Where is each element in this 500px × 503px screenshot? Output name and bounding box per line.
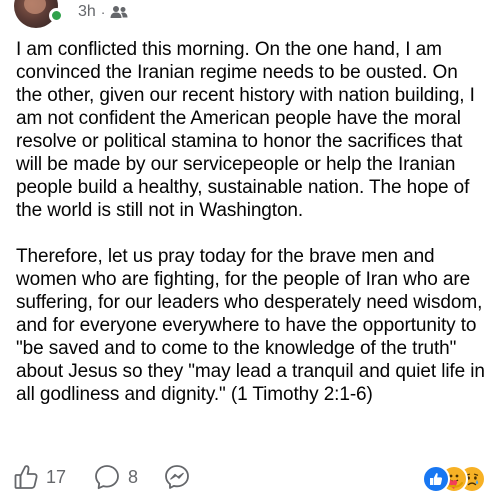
comment-button[interactable]: 8 — [94, 464, 138, 490]
online-status-indicator — [49, 8, 64, 23]
friends-icon[interactable] — [110, 5, 128, 19]
post-timestamp[interactable]: 3h — [78, 3, 96, 21]
like-reaction-icon — [422, 465, 450, 493]
post-paragraph: Therefore, let us pray today for the bra… — [16, 246, 491, 405]
post-meta: 3h · — [78, 1, 128, 23]
post-text: I am conflicted this morning. On the one… — [16, 38, 488, 406]
reactions-summary[interactable] — [422, 463, 488, 493]
avatar-image — [24, 0, 46, 14]
messenger-icon — [164, 464, 190, 490]
comment-count: 8 — [128, 466, 139, 487]
messenger-share-button[interactable] — [164, 464, 190, 490]
post-actions: 17 8 — [14, 462, 190, 492]
post-paragraph: I am conflicted this morning. On the one… — [16, 39, 481, 221]
thumbs-up-icon — [14, 464, 38, 490]
comment-icon — [94, 464, 120, 490]
meta-separator: · — [100, 4, 106, 20]
like-count: 17 — [46, 466, 67, 487]
post-header: 3h · — [0, 0, 500, 28]
like-button[interactable]: 17 — [14, 464, 66, 490]
